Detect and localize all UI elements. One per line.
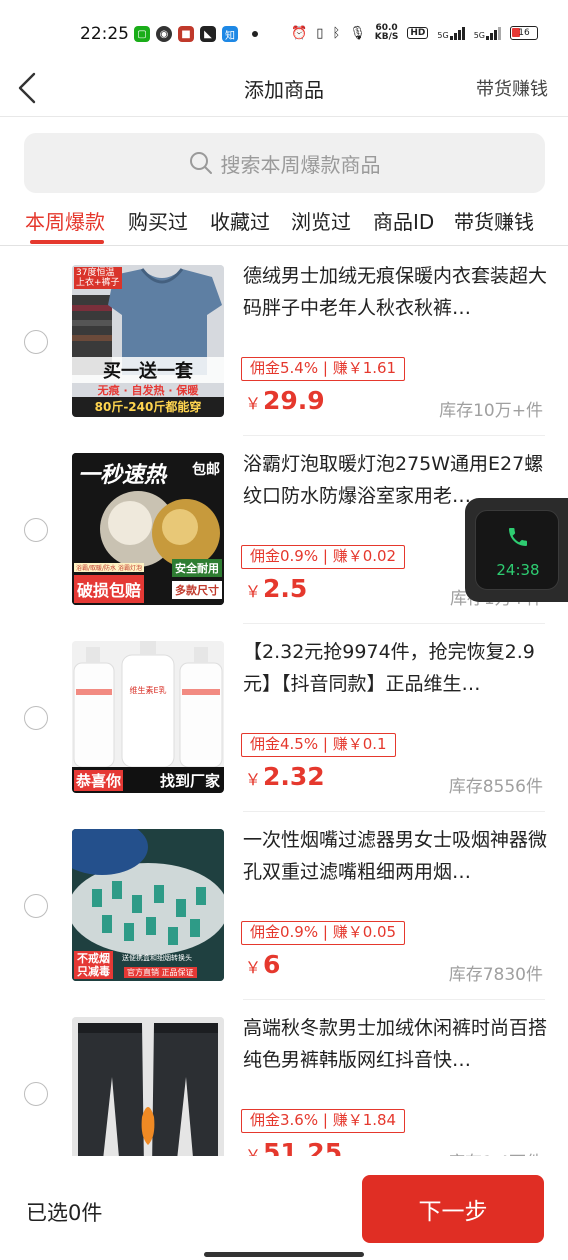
selected-count: 已选0件 [26,1201,103,1225]
product-image[interactable]: 维生素E乳 恭喜你 找到厂家 [72,641,224,793]
product-list: 37度恒温 上衣+裤子 买一送一套 无痕 · 自发热 · 保暖 80斤-240斤都… [0,248,568,1156]
image-tag: 37度恒温 上衣+裤子 [74,267,122,289]
more-notifications-dot [252,31,258,37]
product-image[interactable]: 一秒速热 包邮 浴霸/取暖/防水 浴霸灯泡 破损包赔 安全耐用 多款尺寸 [72,453,224,605]
search-placeholder: 搜索本周爆款商品 [220,152,381,177]
nav-bar: 添加商品 带货赚钱 [0,66,568,110]
bluetooth-icon: ᛒ [332,25,341,41]
image-right-label: 找到厂家 [159,772,220,790]
product-price: ￥2.5 [245,574,308,603]
bottom-action-bar: 已选0件 下一步 [0,1157,568,1260]
mic-icon: 🎙 [349,25,366,41]
product-image[interactable]: 不戒烟 只减毒 送便携盒和细烟转换头 官方直销 正品保证 [72,829,224,981]
search-icon [189,152,212,174]
list-item[interactable]: 不戒烟 只减毒 送便携盒和细烟转换头 官方直销 正品保证 一次性烟嘴过滤器男女士吸… [0,812,568,1000]
tab-favorited[interactable]: 收藏过 [210,206,270,235]
zhihu-app-icon: 知 [222,26,238,42]
image-right-top: 安全耐用 [172,559,222,577]
image-headline: 一秒速热 [78,463,167,488]
product-price: ￥2.32 [245,762,325,791]
wechat-icon: ◉ [156,26,172,42]
tab-this-week-hot[interactable]: 本周爆款 [25,206,105,235]
product-title[interactable]: 德绒男士加绒无痕保暖内衣套装超大码胖子中老年人秋衣秋裤… [243,260,548,324]
commission-badge: 佣金0.9% | 赚￥0.05 [241,921,406,945]
earn-by-selling-link[interactable]: 带货赚钱 [476,75,548,101]
product-stock: 库存8556件 [448,777,543,797]
image-banner: 买一送一套 [72,357,224,383]
net-speed: 60.0 KB/S [374,23,399,42]
product-title[interactable]: 【2.32元抢9974件，抢完恢复2.9元】【抖音同款】正品维生… [243,636,548,700]
call-duration: 24:38 [496,561,540,579]
product-title[interactable]: 一次性烟嘴过滤器男女士吸烟神器微孔双重过滤嘴粗细两用烟… [243,824,548,888]
product-stock: 库存10万+件 [439,401,543,421]
select-radio[interactable] [24,518,48,542]
image-badge: 包邮 [192,462,220,478]
image-left-label: 恭喜你 [74,770,124,791]
select-radio[interactable] [24,706,48,730]
battery-icon: 16 [510,26,538,40]
active-tab-indicator [30,240,104,244]
tab-product-id[interactable]: 商品ID [373,206,434,235]
image-right-label-2: 官方直销 正品保证 [124,967,197,978]
commission-badge: 佣金0.9% | 赚￥0.02 [241,545,406,569]
signal-icon-1: 5G [437,26,465,40]
casual-pants-image [72,1017,224,1156]
bird-app-icon: ◣ [200,26,216,42]
select-radio[interactable] [24,1082,48,1106]
tab-browsed[interactable]: 浏览过 [291,206,351,235]
commission-badge: 佣金4.5% | 赚￥0.1 [241,733,396,757]
call-bubble[interactable]: 24:38 [475,510,559,590]
list-item[interactable]: 维生素E乳 恭喜你 找到厂家 【2.32元抢9974件，抢完恢复2.9元】【抖音… [0,624,568,812]
nav-divider [0,116,568,117]
vibrate-icon: ▯ [316,25,324,41]
phone-icon [509,528,527,546]
bottle-label: 维生素E乳 [129,686,167,695]
image-features: 无痕 · 自发热 · 保暖 [97,384,199,397]
list-item[interactable]: 高端秋冬款男士加绒休闲裤时尚百搭纯色男裤韩版网红抖音快… 佣金3.6% | 赚￥… [0,1000,568,1156]
product-stock: 库存1.4万件 [448,1148,543,1156]
image-left-label: 不戒烟 只减毒 [74,951,113,979]
status-app-icons: ▢ ◉ ■ ◣ 知 [134,26,258,42]
category-tabs: 本周爆款 购买过 收藏过 浏览过 商品ID 带货赚钱 [0,200,568,246]
commission-badge: 佣金3.6% | 赚￥1.84 [241,1109,406,1133]
select-radio[interactable] [24,894,48,918]
commission-badge: 佣金5.4% | 赚￥1.61 [241,357,406,381]
tab-purchased[interactable]: 购买过 [128,206,188,235]
hd-icon: HD [407,27,429,39]
image-right-label-1: 送便携盒和细烟转换头 [122,954,192,962]
home-indicator[interactable] [204,1252,364,1257]
product-price: ￥6 [245,950,281,979]
next-step-button[interactable]: 下一步 [362,1175,544,1243]
product-price: ￥29.9 [245,386,325,415]
select-radio[interactable] [24,330,48,354]
product-image[interactable] [72,1017,224,1156]
image-strip: 浴霸/取暖/防水 浴霸灯泡 [74,563,144,572]
floating-call-widget[interactable]: 24:38 [465,498,568,602]
product-price: ￥51.25 [245,1138,343,1156]
tab-earn-by-selling[interactable]: 带货赚钱 [454,206,534,235]
news-app-icon: ■ [178,26,194,42]
image-right-bottom: 多款尺寸 [172,581,222,599]
image-sizes: 80斤-240斤都能穿 [72,397,224,417]
product-image[interactable]: 37度恒温 上衣+裤子 买一送一套 无痕 · 自发热 · 保暖 80斤-240斤都… [72,265,224,417]
signal-icon-2: 5G [474,26,501,40]
search-input[interactable]: 搜索本周爆款商品 [24,133,545,193]
status-bar: 22:25 ▢ ◉ ■ ◣ 知 ⏰ ▯ ᛒ 🎙 60.0 KB/S HD 5G 5… [0,0,568,66]
image-left-label: 破损包赔 [74,575,145,603]
product-stock: 库存7830件 [448,965,543,985]
list-item[interactable]: 37度恒温 上衣+裤子 买一送一套 无痕 · 自发热 · 保暖 80斤-240斤都… [0,248,568,436]
alarm-icon: ⏰ [291,25,308,41]
status-time: 22:25 [80,24,129,44]
status-system-icons: ⏰ ▯ ᛒ 🎙 60.0 KB/S HD 5G 5G 16 [291,24,538,42]
product-title[interactable]: 高端秋冬款男士加绒休闲裤时尚百搭纯色男裤韩版网红抖音快… [243,1012,548,1076]
app-notification-icon: ▢ [134,26,150,42]
